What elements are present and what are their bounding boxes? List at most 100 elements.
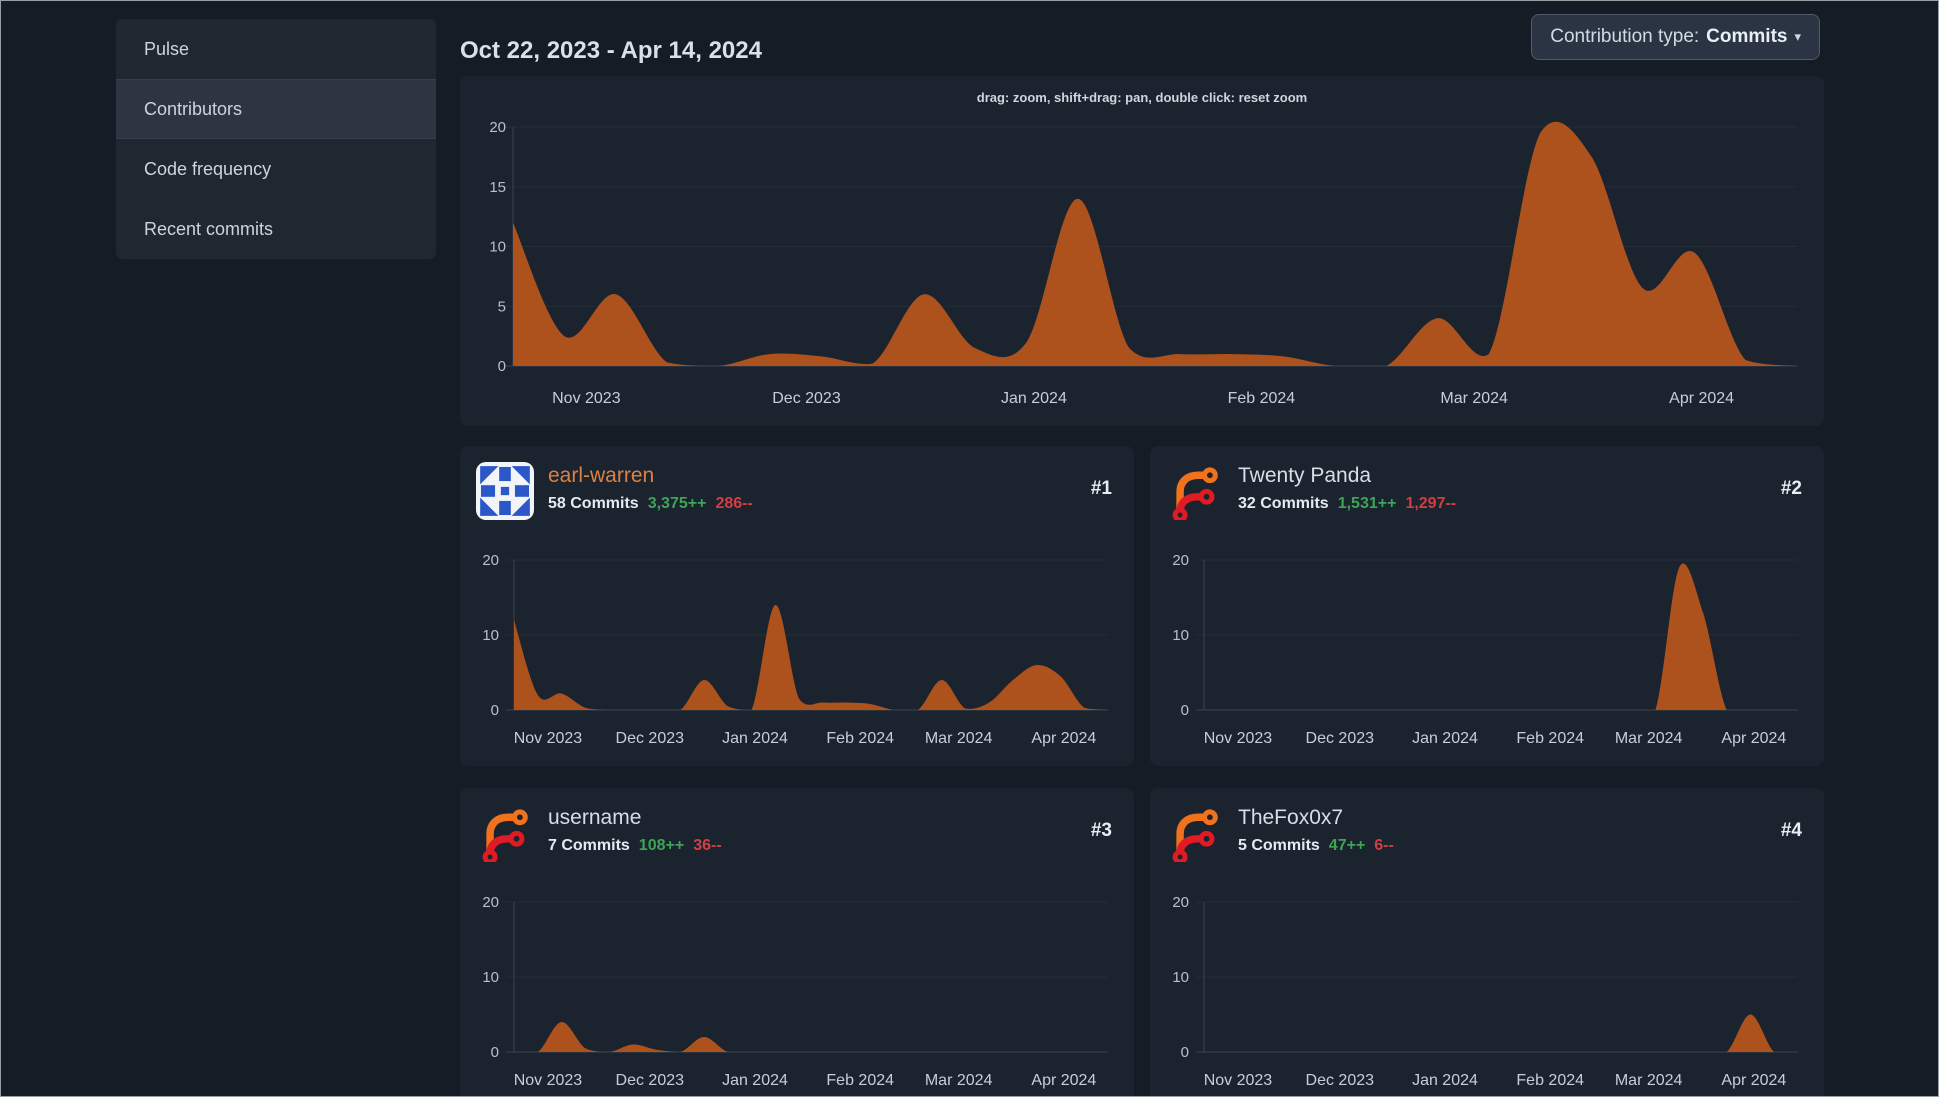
- x-axis-label: Mar 2024: [925, 1072, 993, 1089]
- deletions-count: 1,297--: [1405, 495, 1457, 512]
- contribution-type-button[interactable]: Contribution type: Commits ▾: [1531, 14, 1820, 60]
- x-axis-label: Nov 2023: [514, 1072, 583, 1089]
- rank-badge: #4: [1780, 820, 1802, 841]
- x-axis-label: Feb 2024: [1516, 1072, 1584, 1089]
- contributor-stats: 7 Commits 108++ 36--: [548, 837, 731, 855]
- page-title: Oct 22, 2023 - Apr 14, 2024: [460, 37, 762, 65]
- rank-badge: #2: [1780, 478, 1802, 499]
- commit-activity-area: [513, 121, 1797, 366]
- x-axis-label: Dec 2023: [616, 1072, 685, 1089]
- contributor-card: 0 10 20 Nov 2023 Dec 2023 Jan 2024 Feb 2024 Mar…: [460, 446, 1134, 766]
- y-axis-tick: 15: [489, 179, 506, 196]
- contributor-card: 0 10 20 Nov 2023 Dec 2023 Jan 2024 Feb 2024 Mar…: [1150, 788, 1824, 1097]
- additions-count: 47++: [1328, 837, 1366, 854]
- y-axis-tick: 0: [1181, 1044, 1189, 1061]
- y-axis-tick: 10: [482, 969, 499, 986]
- contributor-activity-chart[interactable]: 0 10 20 Nov 2023 Dec 2023 Jan 2024 Feb 2024 Mar…: [460, 788, 1134, 1097]
- x-axis-label: Feb 2024: [1228, 390, 1296, 407]
- contributor-name: Twenty Panda: [1238, 464, 1372, 487]
- x-axis-label: Apr 2024: [1721, 730, 1786, 747]
- forgejo-logo-avatar: [1166, 462, 1224, 520]
- x-axis-label: Feb 2024: [826, 1072, 894, 1089]
- y-axis-tick: 20: [482, 552, 499, 569]
- sidebar-item-label: Recent commits: [144, 218, 274, 239]
- x-axis-label: Dec 2023: [1306, 730, 1375, 747]
- sidebar-item-recent-commits[interactable]: Recent commits: [116, 199, 436, 259]
- deletions-count: 36--: [693, 837, 722, 854]
- commit-activity-area: [1204, 1014, 1798, 1052]
- y-axis-tick: 20: [1172, 894, 1189, 911]
- contributor-stats: 32 Commits 1,531++ 1,297--: [1238, 495, 1465, 513]
- contributor-name-link[interactable]: earl-warren: [548, 464, 654, 488]
- x-axis-label: Nov 2023: [552, 390, 621, 407]
- main-activity-chart[interactable]: 0 5 10 15 20 Nov 2023 Dec 2023 Jan 2024 Feb 2024…: [460, 76, 1824, 426]
- commit-activity-area: [514, 1021, 1108, 1052]
- forgejo-logo-avatar: [1166, 804, 1224, 862]
- sidebar-item-code-frequency[interactable]: Code frequency: [116, 139, 436, 199]
- x-axis-label: Jan 2024: [722, 730, 788, 747]
- y-axis-tick: 10: [482, 627, 499, 644]
- chevron-down-icon: ▾: [1794, 29, 1801, 44]
- x-axis-label: Nov 2023: [1204, 730, 1273, 747]
- commit-count: 5 Commits: [1238, 837, 1320, 854]
- sidebar-menu: Pulse Contributors Code frequency Recent co…: [116, 19, 436, 259]
- x-axis-label: Jan 2024: [1412, 730, 1478, 747]
- additions-count: 1,531++: [1337, 495, 1397, 512]
- x-axis-label: Apr 2024: [1031, 1072, 1096, 1089]
- x-axis-label: Feb 2024: [826, 730, 894, 747]
- x-axis-label: Mar 2024: [1615, 1072, 1683, 1089]
- commit-activity-area: [1204, 563, 1798, 710]
- x-axis-label: Dec 2023: [772, 390, 841, 407]
- y-axis-tick: 0: [1181, 702, 1189, 719]
- y-axis-tick: 20: [1172, 552, 1189, 569]
- commit-activity-area: [514, 604, 1108, 710]
- x-axis-label: Apr 2024: [1031, 730, 1096, 747]
- x-axis-label: Jan 2024: [1412, 1072, 1478, 1089]
- y-axis-tick: 10: [489, 239, 506, 256]
- deletions-count: 286--: [715, 495, 753, 512]
- contributor-activity-chart[interactable]: 0 10 20 Nov 2023 Dec 2023 Jan 2024 Feb 2024 Mar…: [1150, 788, 1824, 1097]
- x-axis-label: Apr 2024: [1669, 390, 1734, 407]
- deletions-count: 6--: [1374, 837, 1394, 854]
- commit-count: 58 Commits: [548, 495, 639, 512]
- contributor-activity-chart[interactable]: 0 10 20 Nov 2023 Dec 2023 Jan 2024 Feb 2024 Mar…: [460, 446, 1134, 766]
- contribution-type-value: Commits: [1706, 26, 1788, 47]
- contributor-activity-chart[interactable]: 0 10 20 Nov 2023 Dec 2023 Jan 2024 Feb 2024 Mar…: [1150, 446, 1824, 766]
- x-axis-label: Feb 2024: [1516, 730, 1584, 747]
- x-axis-label: Mar 2024: [925, 730, 993, 747]
- additions-count: 108++: [638, 837, 685, 854]
- y-axis-tick: 0: [491, 1044, 499, 1061]
- x-axis-label: Nov 2023: [1204, 1072, 1273, 1089]
- forgejo-logo-avatar: [476, 804, 534, 862]
- x-axis-label: Apr 2024: [1721, 1072, 1786, 1089]
- contributor-name: TheFox0x7: [1238, 806, 1344, 829]
- x-axis-label: Dec 2023: [616, 730, 685, 747]
- contributor-stats: 58 Commits 3,375++ 286--: [548, 495, 762, 513]
- x-axis-label: Mar 2024: [1615, 730, 1683, 747]
- rank-badge: #1: [1090, 478, 1112, 499]
- contributor-stats: 5 Commits 47++ 6--: [1238, 837, 1403, 855]
- sidebar-item-label: Contributors: [144, 98, 243, 119]
- commit-count: 32 Commits: [1238, 495, 1329, 512]
- additions-count: 3,375++: [647, 495, 707, 512]
- sidebar-item-contributors[interactable]: Contributors: [116, 79, 436, 139]
- contributors-page: Pulse Contributors Code frequency Recent co…: [0, 0, 1939, 1097]
- sidebar-item-label: Pulse: [144, 38, 190, 59]
- rank-badge: #3: [1090, 820, 1112, 841]
- y-axis-tick: 10: [1172, 627, 1189, 644]
- y-axis-tick: 10: [1172, 969, 1189, 986]
- identicon-avatar: [476, 462, 534, 520]
- contribution-type-label: Contribution type:: [1550, 26, 1700, 47]
- sidebar-item-pulse[interactable]: Pulse: [116, 19, 436, 79]
- x-axis-label: Dec 2023: [1306, 1072, 1375, 1089]
- y-axis-tick: 0: [491, 702, 499, 719]
- x-axis-label: Jan 2024: [1001, 390, 1067, 407]
- main-activity-card: drag: zoom, shift+drag: pan, double clic…: [460, 76, 1824, 426]
- y-axis-tick: 5: [498, 298, 506, 315]
- x-axis-label: Nov 2023: [514, 730, 583, 747]
- commit-count: 7 Commits: [548, 837, 630, 854]
- y-axis-tick: 20: [482, 894, 499, 911]
- x-axis-label: Jan 2024: [722, 1072, 788, 1089]
- contributor-card: 0 10 20 Nov 2023 Dec 2023 Jan 2024 Feb 2024 Mar…: [1150, 446, 1824, 766]
- y-axis-tick: 20: [489, 119, 506, 136]
